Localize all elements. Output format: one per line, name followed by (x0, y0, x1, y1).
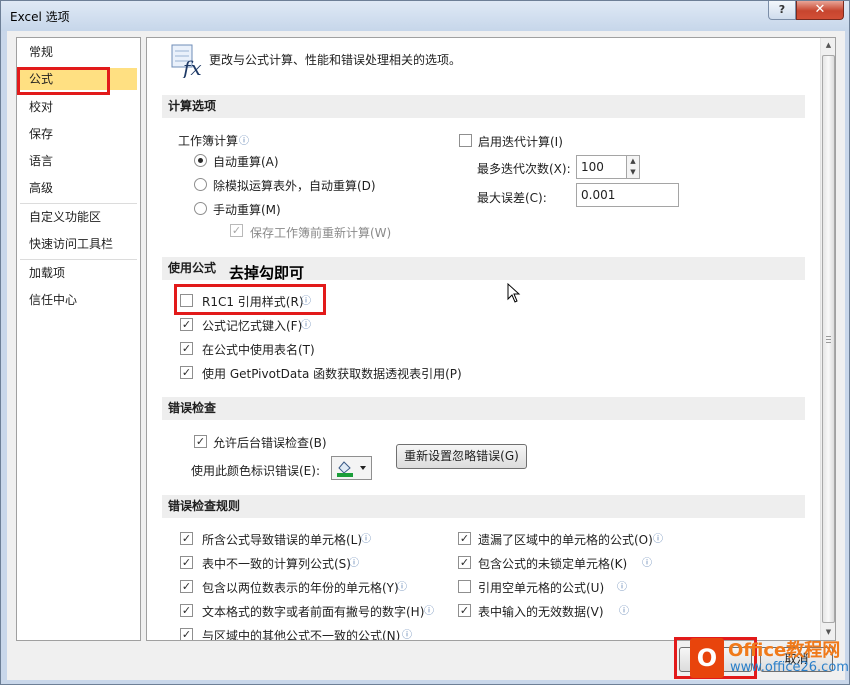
section-error-checking: 错误检查 (162, 397, 805, 420)
sidebar-item-customize-ribbon[interactable]: 自定义功能区 (20, 206, 137, 228)
checkbox-recalc-before-save-label: 保存工作簿前重新计算(W) (250, 226, 392, 240)
dialog-client: 常规 公式 校对 保存 语言 高级 自定义功能区 快速访问工具栏 加载项 信任中… (7, 31, 845, 680)
window-title: Excel 选项 (10, 10, 70, 24)
sidebar-item-add-ins[interactable]: 加载项 (20, 262, 137, 284)
scroll-thumb[interactable] (822, 55, 835, 623)
rule-label: 引用空单元格的公式(U) (478, 581, 605, 595)
checkbox-rule-text-numbers[interactable]: ✓ (180, 604, 193, 617)
watermark-url: www.office26.com (730, 660, 849, 675)
checkbox-iterative[interactable] (459, 134, 472, 147)
info-icon: ⓘ (619, 606, 629, 617)
annotation-remove-check: 去掉勾即可 (229, 264, 305, 282)
rule-label: 所含公式导致错误的单元格(L) (202, 533, 363, 547)
checkbox-rule-inconsistent-column[interactable]: ✓ (180, 556, 193, 569)
scroll-grip (826, 342, 831, 343)
scroll-grip (826, 336, 831, 337)
workbook-calculation-label: 工作簿计算 (178, 134, 239, 148)
page-description: 更改与公式计算、性能和错误处理相关的选项。 (209, 53, 462, 67)
checkbox-background-error-checking-label: 允许后台错误检查(B) (213, 436, 327, 450)
highlight-box-formulas (17, 67, 110, 95)
info-icon: ⓘ (397, 582, 407, 593)
error-color-label: 使用此颜色标识错误(E): (191, 464, 320, 478)
info-icon: ⓘ (301, 320, 311, 331)
content-scrollbar[interactable]: ▲ ▼ (820, 38, 835, 640)
function-fx-icon: fx (171, 44, 202, 78)
max-change-label: 最大误差(C): (477, 191, 547, 205)
checkbox-table-names[interactable]: ✓ (180, 342, 193, 355)
max-iterations-spinner[interactable]: ▲ ▼ (626, 155, 640, 179)
sidebar-divider (20, 203, 137, 204)
paint-bucket-icon (337, 461, 366, 477)
office-logo-icon: O (690, 638, 724, 678)
checkbox-rule-inconsistent-formulas[interactable]: ✓ (180, 628, 193, 640)
max-iterations-label: 最多迭代次数(X): (477, 162, 571, 176)
radio-auto-except-tables[interactable] (194, 178, 207, 191)
sidebar-item-general[interactable]: 常规 (20, 41, 137, 63)
checkbox-rule-empty-cells[interactable] (458, 580, 471, 593)
checkbox-formula-autocomplete[interactable]: ✓ (180, 318, 193, 331)
radio-automatic-label: 自动重算(A) (213, 155, 279, 169)
highlight-box-r1c1 (174, 284, 326, 315)
radio-manual-label: 手动重算(M) (213, 203, 281, 217)
rule-label: 遗漏了区域中的单元格的公式(O) (478, 533, 653, 547)
checkbox-recalc-before-save[interactable]: ✓ (230, 224, 243, 237)
options-sidebar: 常规 公式 校对 保存 语言 高级 自定义功能区 快速访问工具栏 加载项 信任中… (16, 37, 141, 641)
reset-ignored-errors-button[interactable]: 重新设置忽略错误(G) (396, 444, 527, 469)
checkbox-iterative-label: 启用迭代计算(I) (478, 135, 563, 149)
error-color-picker[interactable] (331, 456, 372, 480)
sidebar-divider (20, 259, 137, 260)
max-change-input[interactable]: 0.001 (576, 183, 679, 207)
max-iterations-input[interactable]: 100 (576, 155, 627, 179)
sidebar-item-trust-center[interactable]: 信任中心 (20, 289, 137, 311)
checkbox-background-error-checking[interactable]: ✓ (194, 435, 207, 448)
sidebar-item-language[interactable]: 语言 (20, 150, 137, 172)
sidebar-item-advanced[interactable]: 高级 (20, 177, 137, 199)
info-icon: ⓘ (402, 630, 412, 641)
title-bar: Excel 选项 ? ✕ (1, 1, 849, 31)
scroll-grip (826, 339, 831, 340)
watermark: O Office教程网 www.office26.com (690, 634, 849, 682)
info-icon: ⓘ (239, 136, 249, 147)
help-button[interactable]: ? (768, 1, 796, 20)
info-icon: ⓘ (653, 534, 663, 545)
checkbox-rule-unlocked-cells[interactable]: ✓ (458, 556, 471, 569)
svg-text:fx: fx (181, 56, 202, 78)
mouse-pointer-icon (507, 283, 521, 303)
checkbox-getpivotdata[interactable]: ✓ (180, 366, 193, 379)
checkbox-formula-autocomplete-label: 公式记忆式键入(F) (202, 319, 303, 333)
sidebar-item-quick-access-toolbar[interactable]: 快速访问工具栏 (20, 233, 137, 255)
rule-label: 表中输入的无效数据(V) (478, 605, 604, 619)
section-error-checking-rules: 错误检查规则 (162, 495, 805, 518)
info-icon: ⓘ (424, 606, 434, 617)
excel-options-window: Excel 选项 ? ✕ 常规 公式 校对 保存 语言 高级 自定义功能区 快速… (0, 0, 850, 685)
info-icon: ⓘ (361, 534, 371, 545)
close-button[interactable]: ✕ (796, 1, 844, 20)
section-calculation: 计算选项 (162, 95, 805, 118)
radio-manual[interactable] (194, 202, 207, 215)
info-icon: ⓘ (642, 558, 652, 569)
checkbox-rule-invalid-data[interactable]: ✓ (458, 604, 471, 617)
rule-label: 文本格式的数字或者前面有撇号的数字(H) (202, 605, 425, 619)
checkbox-getpivotdata-label: 使用 GetPivotData 函数获取数据透视表引用(P) (202, 367, 462, 381)
scroll-up-arrow-icon[interactable]: ▲ (822, 38, 835, 53)
info-icon: ⓘ (349, 558, 359, 569)
rule-label: 与区域中的其他公式不一致的公式(N) (202, 629, 401, 641)
info-icon: ⓘ (617, 582, 627, 593)
formulas-pane: fx 更改与公式计算、性能和错误处理相关的选项。 计算选项 工作簿计算 ⓘ 自动… (146, 37, 836, 641)
checkbox-table-names-label: 在公式中使用表名(T) (202, 343, 315, 357)
radio-automatic[interactable] (194, 154, 207, 167)
radio-auto-except-tables-label: 除模拟运算表外，自动重算(D) (213, 179, 376, 193)
rule-label: 包含以两位数表示的年份的单元格(Y) (202, 581, 399, 595)
checkbox-rule-error-formulas[interactable]: ✓ (180, 532, 193, 545)
sidebar-item-save[interactable]: 保存 (20, 123, 137, 145)
rule-label: 包含公式的未锁定单元格(K) (478, 557, 628, 571)
checkbox-rule-two-digit-years[interactable]: ✓ (180, 580, 193, 593)
rule-label: 表中不一致的计算列公式(S) (202, 557, 351, 571)
watermark-title: Office教程网 (728, 640, 841, 661)
sidebar-item-proofing[interactable]: 校对 (20, 96, 137, 118)
checkbox-rule-omit-cells[interactable]: ✓ (458, 532, 471, 545)
